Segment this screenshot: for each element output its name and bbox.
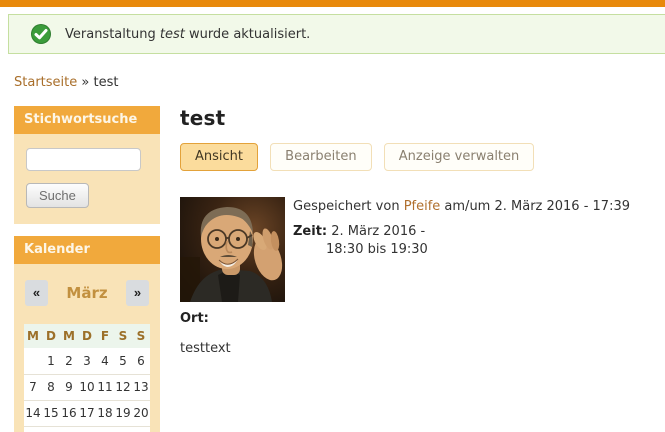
zeit-label: Zeit: [293,224,328,239]
calendar-day[interactable]: 20 [132,400,150,427]
calendar-week-row: 1 2 3 4 5 6 [24,348,150,375]
weekday-label: D [42,324,60,348]
calendar-week-row: 7 8 9 10 11 12 13 [24,374,150,401]
calendar-day[interactable]: 7 [24,374,42,401]
calendar-grid: M D M D F S S 1 2 3 4 5 6 7 8 9 10 11 12… [24,324,150,432]
calendar-day[interactable]: 14 [24,400,42,427]
weekday-label: D [78,324,96,348]
breadcrumb-current: test [93,75,119,90]
calendar-day[interactable]: 21 [24,426,42,432]
calendar-day[interactable]: 5 [114,348,132,375]
search-submit-button[interactable]: Suche [26,183,89,208]
calendar-day[interactable]: 23 [60,426,78,432]
calendar-month-label: März [66,284,108,302]
tab-ansicht[interactable]: Ansicht [180,143,259,171]
calendar-title: Kalender [14,236,160,264]
keyword-search-block: Stichwortsuche Suche [14,106,160,224]
calendar-day[interactable]: 12 [114,374,132,401]
weekday-label: F [96,324,114,348]
check-circle-icon [31,24,51,44]
calendar-day[interactable]: 26 [114,426,132,432]
calendar-day[interactable]: 3 [78,348,96,375]
calendar-weekday-row: M D M D F S S [24,324,150,348]
calendar-day[interactable]: 19 [114,400,132,427]
calendar-day[interactable]: 11 [96,374,114,401]
calendar-day[interactable]: 9 [60,374,78,401]
main-content: test Ansicht Bearbeiten Anzeige verwalte… [180,106,665,432]
top-accent-bar [0,0,665,7]
calendar-day[interactable]: 4 [96,348,114,375]
calendar-day[interactable]: 18 [96,400,114,427]
ort-label: Ort: [180,311,209,326]
submitted-line: Gespeichert von Pfeife am/um 2. März 201… [293,199,630,214]
author-link[interactable]: Pfeife [404,199,441,214]
calendar-day[interactable]: 8 [42,374,60,401]
calendar-day [24,348,42,375]
calendar-day[interactable]: 17 [78,400,96,427]
weekday-label: S [132,324,150,348]
calendar-block: Kalender « März » M D M D F S S 1 2 3 4 … [14,236,160,432]
calendar-day[interactable]: 15 [42,400,60,427]
status-message: Veranstaltung test wurde aktualisiert. [8,14,665,54]
zeit-time-range: 18:30 bis 19:30 [326,242,428,257]
ort-field: Ort: [180,311,655,326]
page-title: test [180,106,226,130]
weekday-label: M [60,324,78,348]
calendar-day[interactable]: 10 [78,374,96,401]
calendar-day[interactable]: 27 [132,426,150,432]
tab-bearbeiten[interactable]: Bearbeiten [270,143,372,171]
calendar-next-button[interactable]: » [126,280,149,306]
weekday-label: M [24,324,42,348]
weekday-label: S [114,324,132,348]
tabs: Ansicht Bearbeiten Anzeige verwalten [180,143,655,171]
calendar-day[interactable]: 6 [132,348,150,375]
calendar-week-row: 14 15 16 17 18 19 20 [24,400,150,427]
calendar-day-selected[interactable]: 13 [132,374,150,401]
breadcrumb-separator: » [77,75,94,90]
status-event-name: test [159,26,185,42]
sidebar: Stichwortsuche Suche Kalender « März » M [14,106,160,432]
calendar-day[interactable]: 1 [42,348,60,375]
keyword-search-input[interactable] [26,148,141,171]
calendar-day[interactable]: 25 [96,426,114,432]
status-text: Veranstaltung test wurde aktualisiert. [65,26,311,42]
zeit-field: Zeit: 2. März 2016 - 18:30 bis 19:30 [293,224,630,261]
calendar-day[interactable]: 16 [60,400,78,427]
calendar-day[interactable]: 22 [42,426,60,432]
calendar-week-row: 21 22 23 24 25 26 27 [24,426,150,432]
tab-anzeige-verwalten[interactable]: Anzeige verwalten [383,143,535,171]
breadcrumb-home-link[interactable]: Startseite [14,75,77,90]
calendar-day-event[interactable]: 2 [60,348,78,375]
breadcrumb: Startseite » test [14,75,665,90]
calendar-prev-button[interactable]: « [25,280,48,306]
event-body-text: testtext [180,341,231,356]
event-photo [180,197,285,302]
keyword-search-title: Stichwortsuche [14,106,160,134]
calendar-day[interactable]: 24 [78,426,96,432]
